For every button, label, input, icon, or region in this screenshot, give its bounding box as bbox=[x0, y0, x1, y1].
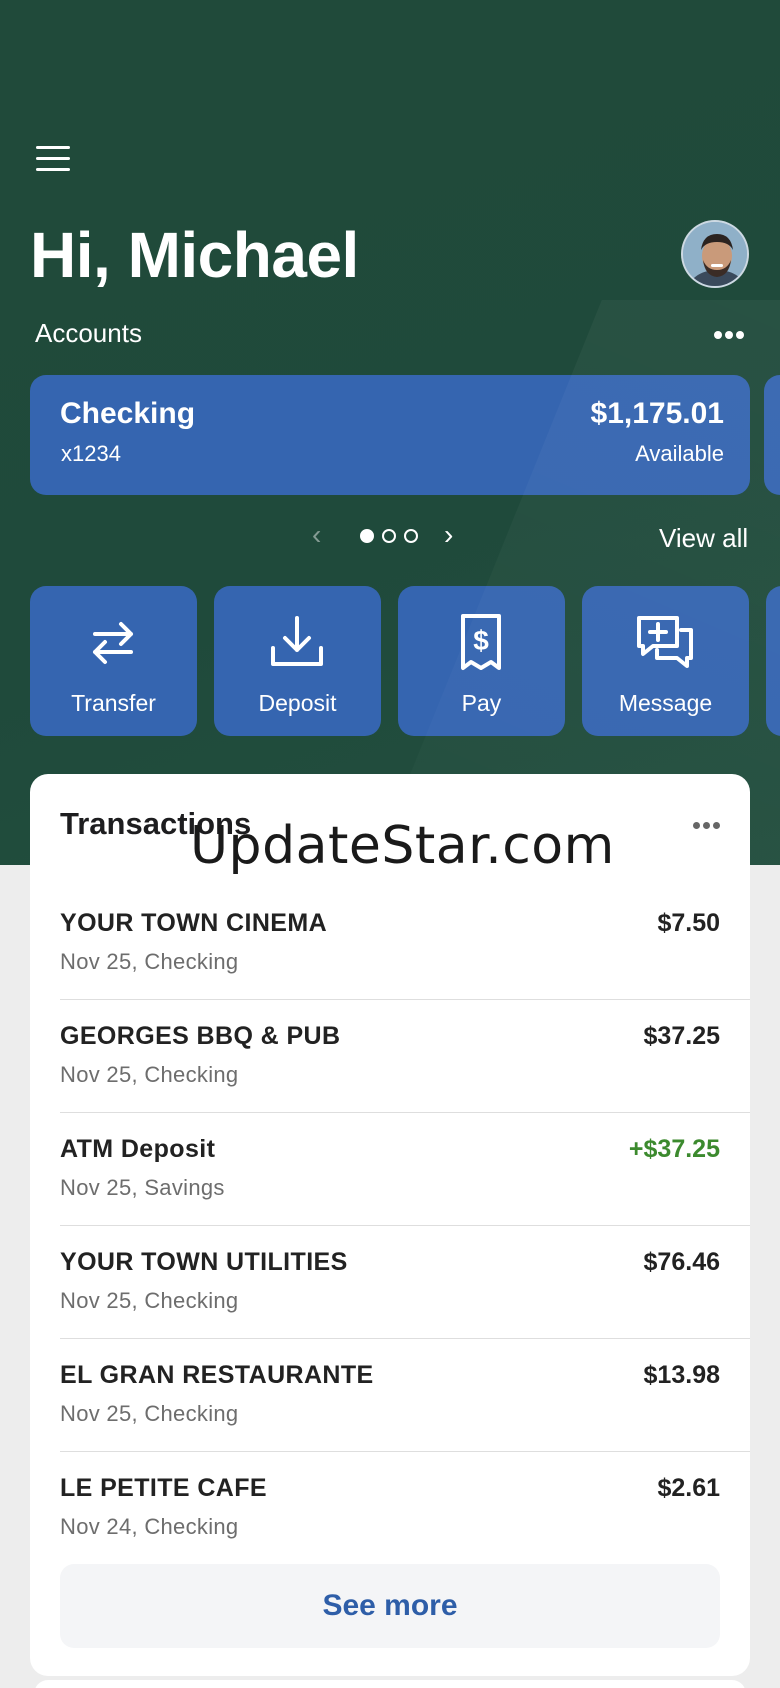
pager-dot-2[interactable] bbox=[382, 529, 396, 543]
transaction-row[interactable]: GEORGES BBQ & PUB Nov 25, Checking $37.2… bbox=[60, 1000, 750, 1113]
chevron-right-icon[interactable]: › bbox=[444, 521, 453, 549]
hero-header: Hi, Michael Accounts Checking x1234 $1,1… bbox=[0, 0, 780, 865]
account-name: Checking bbox=[60, 397, 196, 430]
transactions-card: Transactions YOUR TOWN CINEMA Nov 25, Ch… bbox=[30, 774, 750, 1676]
action-button-next[interactable] bbox=[766, 586, 780, 736]
svg-text:$: $ bbox=[473, 625, 489, 656]
transactions-more-icon[interactable] bbox=[693, 816, 727, 829]
message-icon bbox=[637, 616, 693, 668]
transaction-row[interactable]: ATM Deposit Nov 25, Savings +$37.25 bbox=[60, 1113, 750, 1226]
transaction-name: LE PETITE CAFE bbox=[60, 1474, 268, 1502]
account-balance: $1,175.01 bbox=[590, 397, 724, 430]
account-card-next[interactable] bbox=[764, 375, 780, 495]
transaction-amount: $2.61 bbox=[657, 1474, 720, 1502]
transaction-row[interactable]: EL GRAN RESTAURANTE Nov 25, Checking $13… bbox=[60, 1339, 750, 1452]
pay-button[interactable]: $ Pay bbox=[398, 586, 565, 736]
transaction-row[interactable]: YOUR TOWN UTILITIES Nov 25, Checking $76… bbox=[60, 1226, 750, 1339]
transaction-amount: +$37.25 bbox=[628, 1135, 720, 1163]
pager-dot-3[interactable] bbox=[404, 529, 418, 543]
transaction-name: YOUR TOWN UTILITIES bbox=[60, 1248, 348, 1276]
pay-icon: $ bbox=[461, 614, 501, 670]
transaction-name: GEORGES BBQ & PUB bbox=[60, 1022, 341, 1050]
transaction-row[interactable]: LE PETITE CAFE Nov 24, Checking $2.61 bbox=[60, 1452, 750, 1565]
transaction-name: ATM Deposit bbox=[60, 1135, 216, 1163]
see-more-button[interactable]: See more bbox=[60, 1564, 720, 1648]
transaction-detail: Nov 25, Checking bbox=[60, 949, 239, 974]
watermark-text: UpdateStar.com bbox=[190, 816, 615, 876]
deposit-label: Deposit bbox=[258, 690, 337, 716]
transaction-detail: Nov 24, Checking bbox=[60, 1514, 239, 1539]
pager-dot-1[interactable] bbox=[360, 529, 374, 543]
transfer-label: Transfer bbox=[71, 690, 156, 716]
transaction-detail: Nov 25, Checking bbox=[60, 1288, 239, 1313]
message-button[interactable]: Message bbox=[582, 586, 749, 736]
transaction-amount: $76.46 bbox=[643, 1248, 720, 1276]
transaction-name: YOUR TOWN CINEMA bbox=[60, 909, 328, 937]
transaction-name: EL GRAN RESTAURANTE bbox=[60, 1361, 374, 1389]
transaction-detail: Nov 25, Checking bbox=[60, 1062, 239, 1087]
greeting-title: Hi, Michael bbox=[30, 219, 359, 291]
transfer-icon bbox=[93, 622, 133, 664]
transaction-amount: $13.98 bbox=[643, 1361, 720, 1389]
account-pager: ‹ › bbox=[310, 520, 470, 550]
deposit-icon bbox=[271, 616, 323, 666]
deposit-button[interactable]: Deposit bbox=[214, 586, 381, 736]
account-balance-label: Available bbox=[635, 441, 724, 466]
transaction-detail: Nov 25, Checking bbox=[60, 1401, 239, 1426]
transaction-amount: $37.25 bbox=[643, 1022, 720, 1050]
account-card-checking[interactable]: Checking x1234 $1,175.01 Available bbox=[30, 375, 750, 495]
next-card-edge bbox=[34, 1680, 746, 1688]
avatar[interactable] bbox=[681, 220, 749, 288]
transaction-row[interactable]: YOUR TOWN CINEMA Nov 25, Checking $7.50 bbox=[60, 887, 750, 1000]
transaction-amount: $7.50 bbox=[657, 909, 720, 937]
chevron-left-icon[interactable]: ‹ bbox=[312, 521, 321, 549]
pay-label: Pay bbox=[461, 690, 502, 716]
transaction-detail: Nov 25, Savings bbox=[60, 1175, 225, 1200]
account-number: x1234 bbox=[61, 441, 121, 466]
transfer-button[interactable]: Transfer bbox=[30, 586, 197, 736]
message-label: Message bbox=[618, 690, 713, 716]
menu-icon[interactable] bbox=[36, 146, 70, 174]
accounts-label: Accounts bbox=[35, 318, 142, 348]
accounts-more-icon[interactable] bbox=[714, 326, 748, 340]
view-all-link[interactable]: View all bbox=[659, 523, 748, 554]
